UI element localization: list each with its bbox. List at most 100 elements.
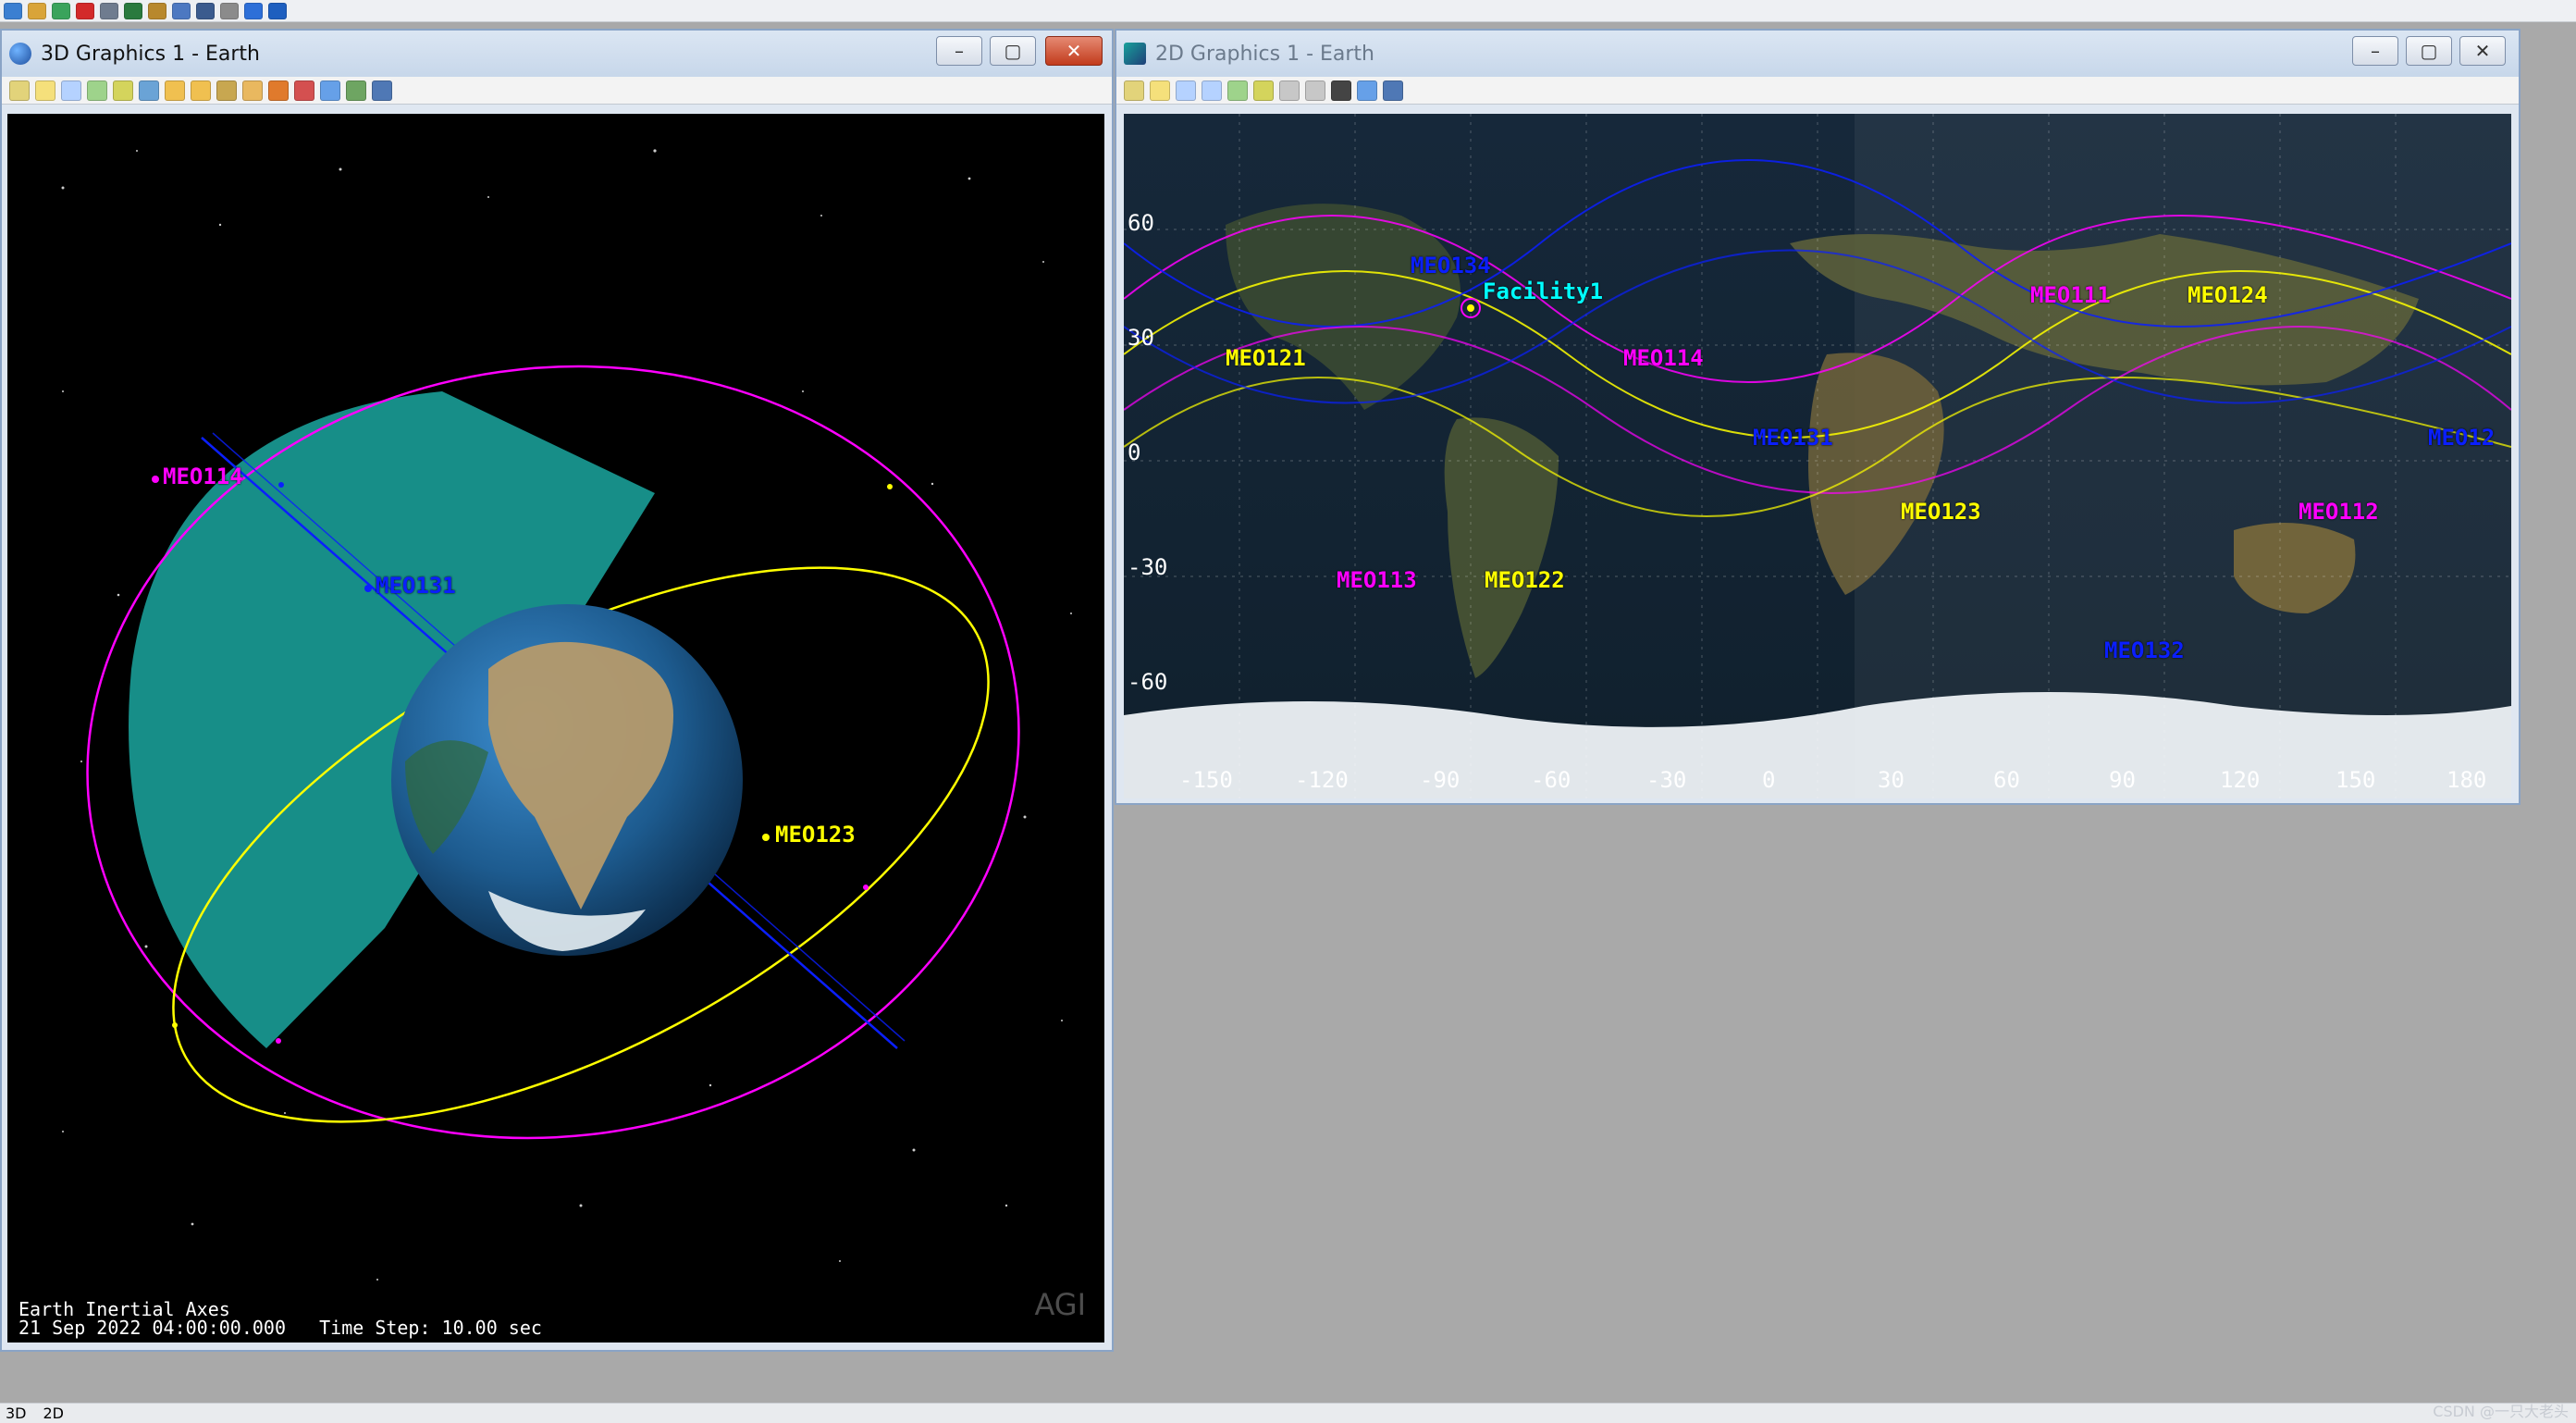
label-meo121: MEO121 xyxy=(1226,345,1306,371)
camera-icon[interactable] xyxy=(1253,80,1274,101)
label-meo114: MEO114 xyxy=(1623,345,1704,371)
building-icon[interactable] xyxy=(196,2,215,19)
lon-tick-120: 120 xyxy=(2220,767,2261,793)
settings-icon[interactable] xyxy=(372,80,392,101)
lat-tick-0: 0 xyxy=(1128,439,1141,465)
lat-tick-60: 60 xyxy=(1128,210,1154,236)
orbit-point xyxy=(278,482,284,488)
map-viewport[interactable]: 60 30 0 -30 -60 -150 -120 -90 -60 -30 0 … xyxy=(1123,114,2512,798)
zoom-in-icon[interactable] xyxy=(61,80,81,101)
label-meo112: MEO112 xyxy=(2299,499,2379,525)
grid-icon[interactable] xyxy=(1331,80,1351,101)
viewport-3d[interactable]: MEO114 MEO131 MEO123 Earth Inertial Axes… xyxy=(7,114,1104,1343)
globe-icon[interactable] xyxy=(1357,80,1377,101)
pan-hand-icon[interactable] xyxy=(1150,80,1170,101)
label-meo12-edge: MEO12 xyxy=(2428,425,2496,451)
globe-icon[interactable] xyxy=(320,80,340,101)
tab-2d[interactable]: 2D xyxy=(43,1404,65,1422)
label-meo113: MEO113 xyxy=(1337,567,1417,593)
label-meo114: MEO114 xyxy=(163,464,243,489)
lat-tick-30: 30 xyxy=(1128,325,1154,351)
map-icon[interactable] xyxy=(52,2,70,19)
minimize-button[interactable]: – xyxy=(936,36,982,66)
measure-icon[interactable] xyxy=(242,80,263,101)
label-meo123: MEO123 xyxy=(775,822,856,848)
scale-icon[interactable] xyxy=(1305,80,1325,101)
orbit-icon[interactable] xyxy=(216,80,237,101)
minimize-button[interactable]: – xyxy=(2352,36,2398,66)
lon-tick-150: 150 xyxy=(2336,767,2376,793)
label-meo111: MEO111 xyxy=(2030,282,2111,308)
lon-tick--150: -150 xyxy=(1179,767,1233,793)
zoom-out-icon[interactable] xyxy=(1202,80,1222,101)
map-2d xyxy=(1123,114,2512,798)
lon-tick-0: 0 xyxy=(1762,767,1776,793)
grid-icon[interactable] xyxy=(100,2,118,19)
tab-3d[interactable]: 3D xyxy=(6,1404,27,1422)
window-tabs: 3D 2D CSDN @一只大老头 xyxy=(0,1403,2576,1423)
new-icon[interactable] xyxy=(4,2,22,19)
north-view-icon[interactable] xyxy=(191,80,211,101)
globe-icon[interactable] xyxy=(244,2,263,19)
label-meo122: MEO122 xyxy=(1485,567,1565,593)
settings-icon[interactable] xyxy=(220,2,239,19)
report-icon[interactable] xyxy=(172,2,191,19)
new-map-icon[interactable] xyxy=(1124,80,1144,101)
toolbar-3d xyxy=(2,77,1112,105)
meo123-marker[interactable] xyxy=(762,834,770,841)
chart-icon[interactable] xyxy=(124,2,142,19)
label-meo132: MEO132 xyxy=(2104,637,2185,663)
earth-properties-icon[interactable] xyxy=(346,80,366,101)
watermark: CSDN @一只大老头 xyxy=(2433,1403,2569,1420)
window-2d-graphics[interactable]: 2D Graphics 1 - Earth – ▢ ✕ 60 30 0 -30 … xyxy=(1115,29,2521,805)
map-layers-icon[interactable] xyxy=(1227,80,1248,101)
camera-icon[interactable] xyxy=(113,80,133,101)
measure-icon[interactable] xyxy=(1279,80,1300,101)
lon-tick--30: -30 xyxy=(1646,767,1687,793)
meo114-marker[interactable] xyxy=(152,476,159,483)
lat-tick-minus60: -60 xyxy=(1128,669,1168,695)
settings-icon[interactable] xyxy=(1383,80,1403,101)
titlebar-3d[interactable]: 3D Graphics 1 - Earth – ▢ ✕ xyxy=(2,31,1112,77)
main-toolbar xyxy=(0,0,2576,22)
map-layers-icon[interactable] xyxy=(87,80,107,101)
map-icon xyxy=(1124,43,1146,65)
orbit-point xyxy=(172,1022,178,1028)
ruler-icon[interactable] xyxy=(294,80,314,101)
close-button[interactable]: ✕ xyxy=(1045,36,1103,66)
agi-logo: AGI xyxy=(1034,1287,1086,1322)
earth-icon xyxy=(9,43,31,65)
maximize-button[interactable]: ▢ xyxy=(2406,36,2452,66)
edit-icon[interactable] xyxy=(148,2,166,19)
lon-tick-60: 60 xyxy=(1993,767,2020,793)
lat-tick-minus30: -30 xyxy=(1128,554,1168,580)
lon-tick--120: -120 xyxy=(1295,767,1349,793)
pan-hand-icon[interactable] xyxy=(35,80,55,101)
pencil-icon[interactable] xyxy=(268,80,289,101)
label-meo124: MEO124 xyxy=(2188,282,2268,308)
scene-3d xyxy=(61,149,1072,1281)
zoom-in-icon[interactable] xyxy=(1176,80,1196,101)
window-3d-graphics[interactable]: 3D Graphics 1 - Earth – ▢ ✕ MEO114 MEO13… xyxy=(0,29,1114,1352)
view-from-icon[interactable] xyxy=(139,80,159,101)
label-meo123: MEO123 xyxy=(1901,499,1981,525)
window-title: 2D Graphics 1 - Earth xyxy=(1155,42,1374,66)
help-icon[interactable] xyxy=(268,2,287,19)
titlebar-2d[interactable]: 2D Graphics 1 - Earth – ▢ ✕ xyxy=(1116,31,2519,77)
new-view-icon[interactable] xyxy=(9,80,30,101)
lon-tick--60: -60 xyxy=(1531,767,1571,793)
home-view-icon[interactable] xyxy=(165,80,185,101)
toolbar-2d xyxy=(1116,77,2519,105)
facility-dot[interactable] xyxy=(1467,304,1474,312)
label-meo131: MEO131 xyxy=(1753,425,1833,451)
meo131-marker[interactable] xyxy=(364,585,372,592)
label-facility1: Facility1 xyxy=(1483,278,1604,304)
pencil-icon[interactable] xyxy=(28,2,46,19)
close-button[interactable]: ✕ xyxy=(2459,36,2506,66)
close-red-icon[interactable] xyxy=(76,2,94,19)
status-time: 21 Sep 2022 04:00:00.000 Time Step: 10.0… xyxy=(18,1317,542,1339)
window-title: 3D Graphics 1 - Earth xyxy=(41,42,260,66)
orbit-point xyxy=(887,484,893,489)
lon-tick-90: 90 xyxy=(2109,767,2136,793)
maximize-button[interactable]: ▢ xyxy=(990,36,1036,66)
